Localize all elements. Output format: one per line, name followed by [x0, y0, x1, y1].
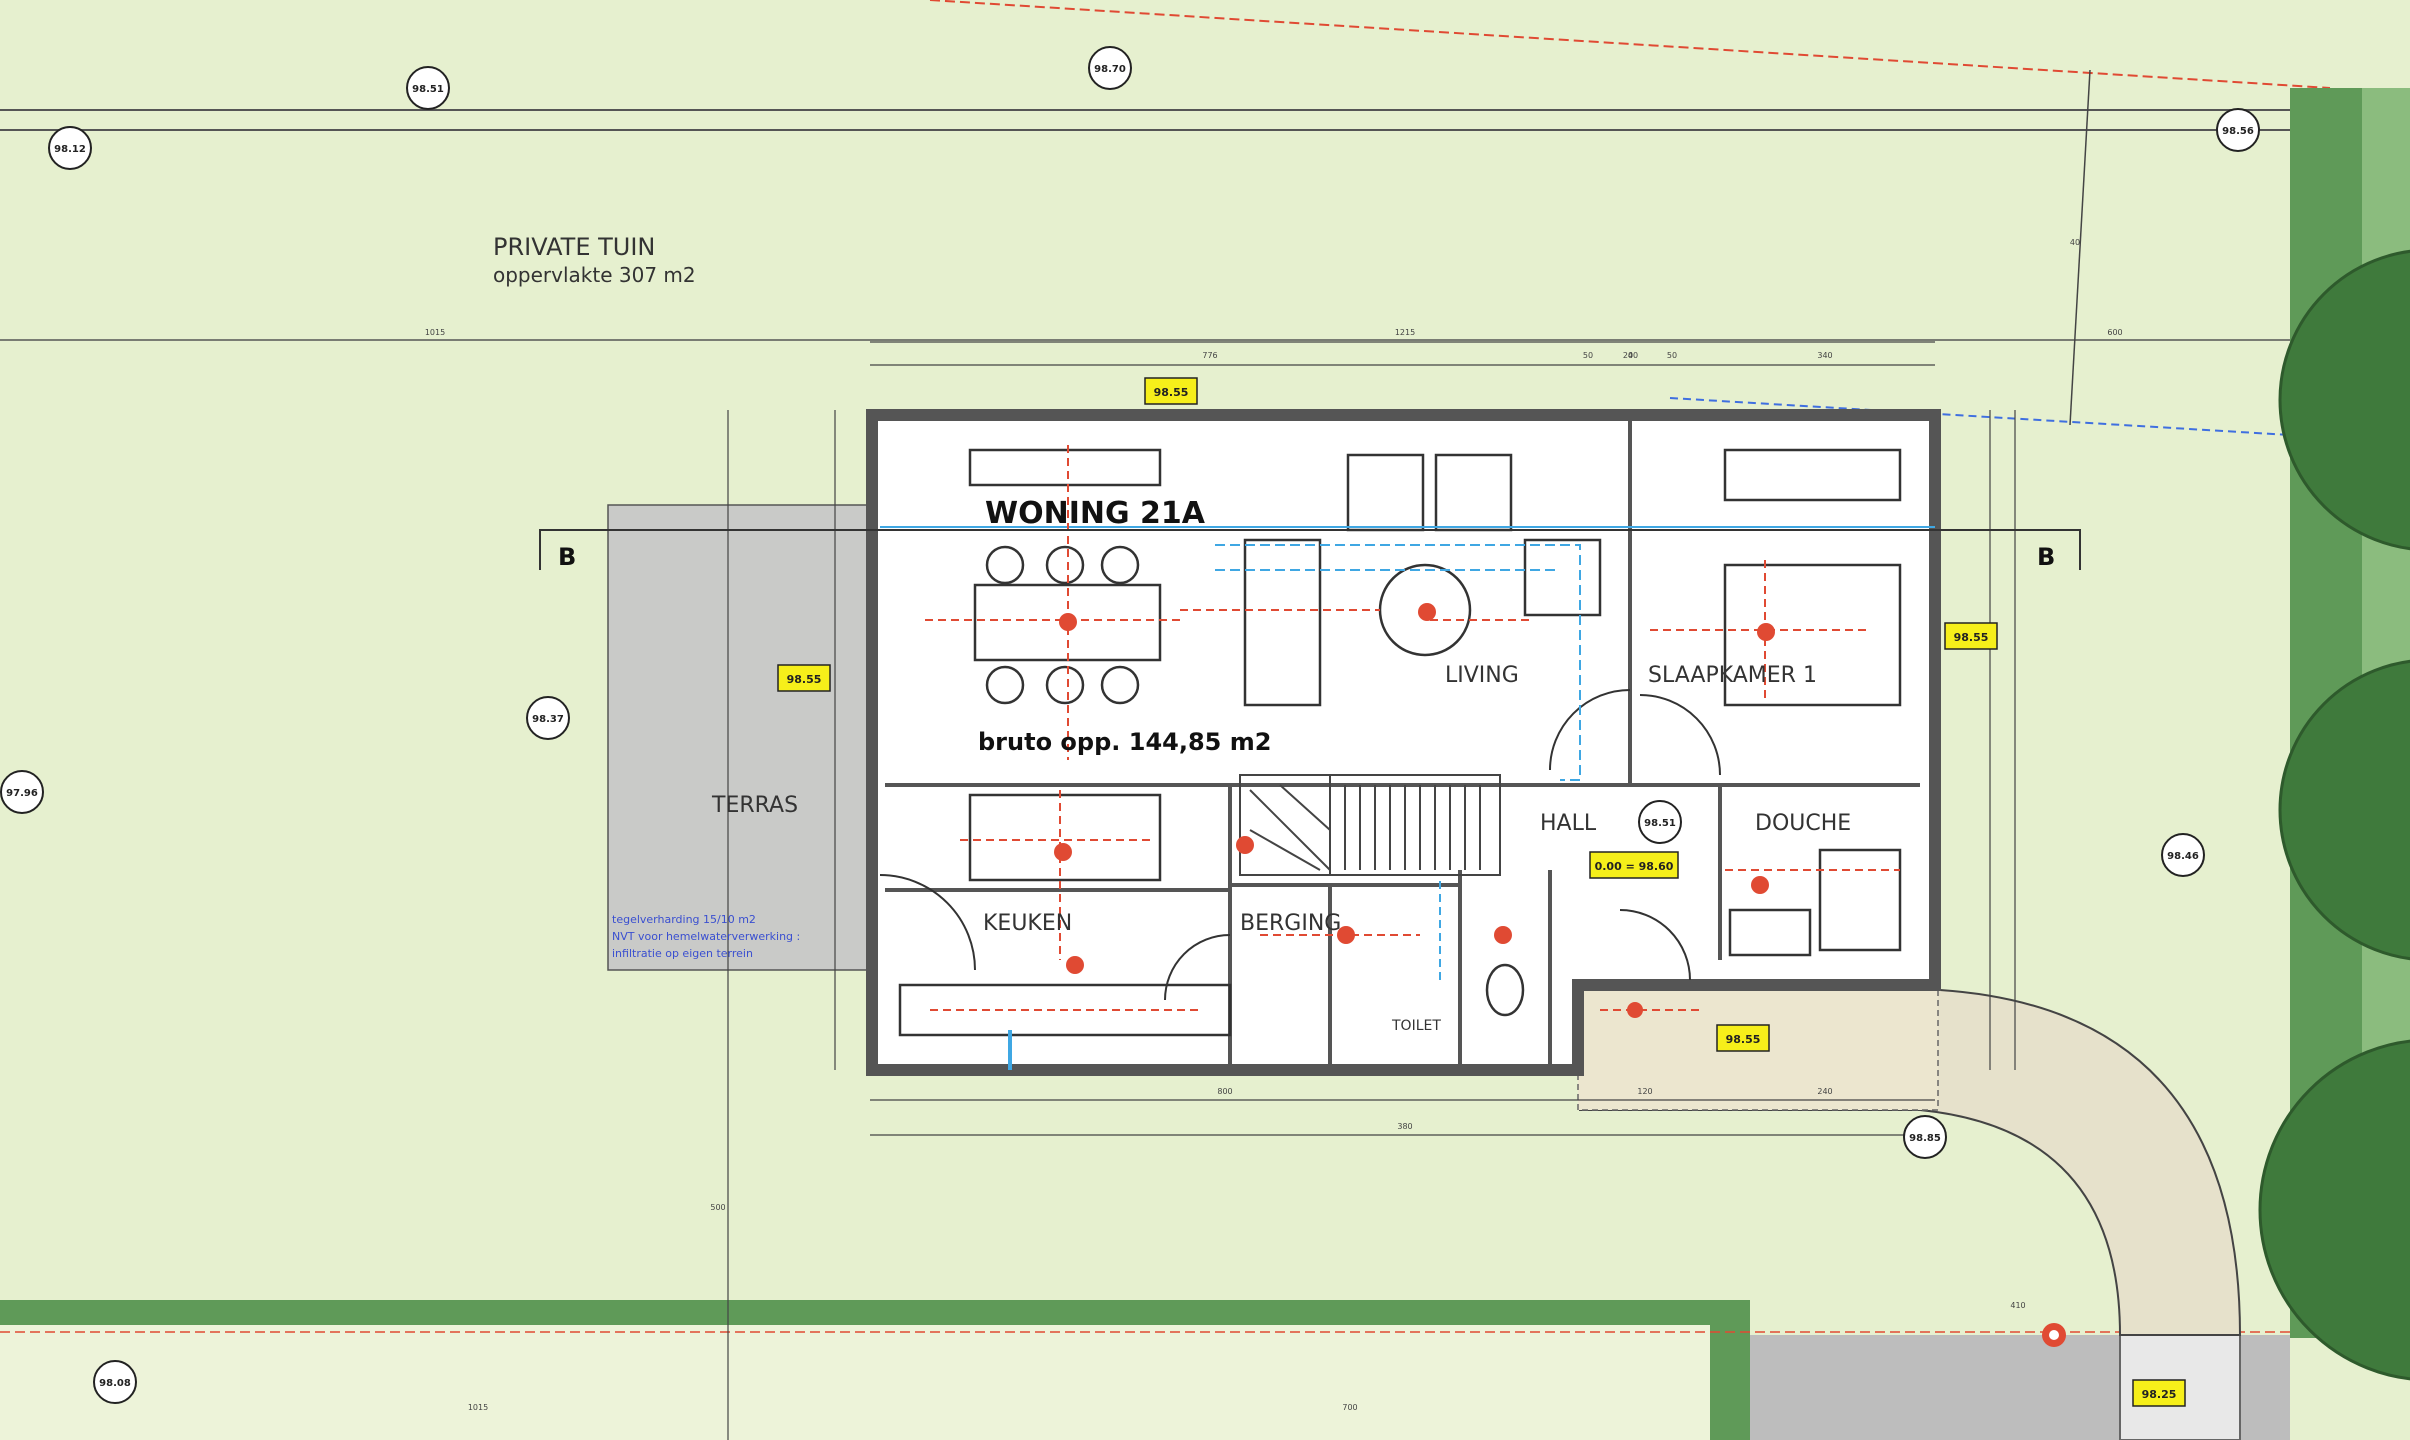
terrace-note-line: tegelverharding 15/10 m2 — [612, 913, 756, 926]
spot-height: 98.56 — [2222, 126, 2254, 137]
dimension-text: 240 — [1817, 1087, 1832, 1096]
garden-title: PRIVATE TUIN — [493, 233, 655, 261]
level-tag: 0.00 = 98.60 — [1595, 860, 1674, 873]
room-hall: HALL — [1540, 811, 1597, 836]
room-douche: DOUCHE — [1755, 811, 1851, 836]
spot-height: 98.51 — [412, 84, 444, 95]
garden-area: oppervlakte 307 m2 — [493, 263, 696, 287]
spot-height: 98.70 — [1094, 64, 1126, 75]
dimension-text: 50 — [1583, 351, 1593, 360]
dimension-text: 500 — [710, 1203, 725, 1212]
dimension-text: 1215 — [1395, 328, 1415, 337]
room-keuken: KEUKEN — [983, 911, 1072, 936]
terrace-area — [607, 504, 881, 971]
room-terras: TERRAS — [711, 793, 798, 818]
dimension-text: 700 — [1342, 1403, 1357, 1412]
dimension-text: 410 — [2010, 1301, 2025, 1310]
level-tag: 98.25 — [2142, 1388, 2177, 1401]
room-living: LIVING — [1445, 663, 1519, 688]
section-marker-right: B — [2037, 543, 2055, 571]
spot-height: 98.51 — [1644, 818, 1676, 829]
lawn-strip-bottom — [0, 1325, 1710, 1440]
room-berging: BERGING — [1240, 911, 1341, 936]
level-tag: 98.55 — [1954, 631, 1989, 644]
terrace-note-line: infiltratie op eigen terrein — [612, 947, 753, 960]
dimension-text: 1015 — [468, 1403, 488, 1412]
dimension-text: 50 — [1667, 351, 1677, 360]
room-slaapkamer: SLAAPKAMER 1 — [1648, 663, 1817, 688]
terrace-note-line: NVT voor hemelwaterverwerking : — [612, 930, 800, 943]
level-tag: 98.55 — [1154, 386, 1189, 399]
house-name: WONING 21A — [985, 496, 1206, 531]
dimension-text: 340 — [1817, 351, 1832, 360]
dimension-text: 1015 — [425, 328, 445, 337]
spot-height: 97.96 — [6, 788, 38, 799]
level-tag: 98.55 — [1726, 1033, 1761, 1046]
room-toilet: TOILET — [1391, 1018, 1441, 1034]
site-floor-plan: B B PRIVATE TUIN oppervlakte 307 m2 WONI… — [0, 0, 2410, 1440]
dimension-text: 776 — [1202, 351, 1217, 360]
level-tag: 98.55 — [787, 673, 822, 686]
spot-height: 98.85 — [1909, 1133, 1941, 1144]
dimension-text: 40 — [2070, 238, 2080, 247]
spot-height: 98.12 — [54, 144, 86, 155]
connection-point-inner — [2049, 1330, 2059, 1340]
spot-height: 98.37 — [532, 714, 564, 725]
house-gross-area: bruto opp. 144,85 m2 — [978, 728, 1271, 756]
dimension-text: 600 — [2107, 328, 2122, 337]
dimension-text: 120 — [1637, 1087, 1652, 1096]
dimension-text: 40 — [1628, 351, 1638, 360]
dimension-text: 380 — [1397, 1122, 1412, 1131]
dimension-text: 800 — [1217, 1087, 1232, 1096]
spot-height: 98.08 — [99, 1378, 131, 1389]
section-marker-left: B — [558, 543, 576, 571]
spot-height: 98.46 — [2167, 851, 2199, 862]
